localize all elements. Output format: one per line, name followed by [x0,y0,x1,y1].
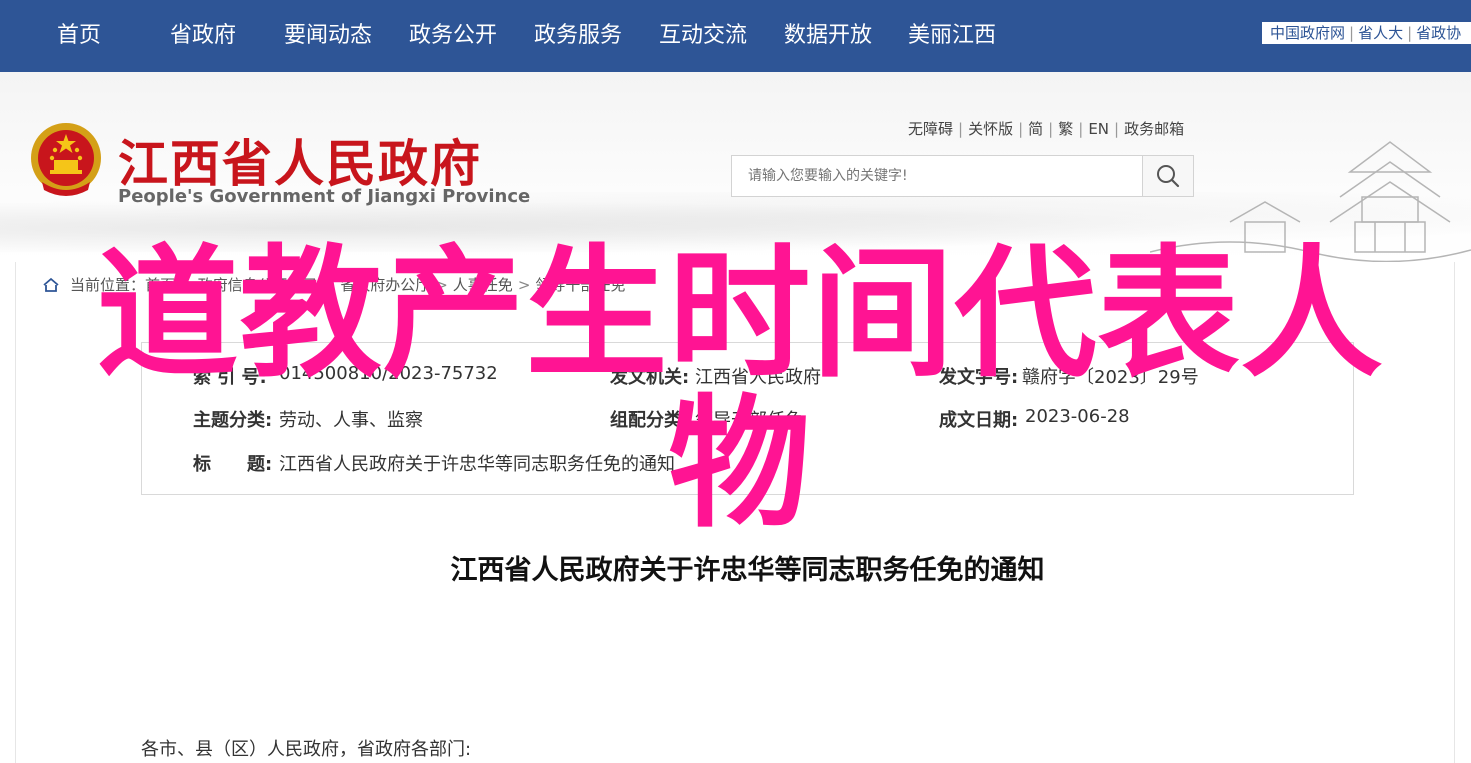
top-external-links: 中国政府网 | 省人大 | 省政协 [1262,22,1471,44]
title-value: 江西省人民政府关于许忠华等同志职务任免的通知 [279,454,675,475]
breadcrumb-home[interactable]: 首页 [145,276,175,294]
separator: | [1349,24,1355,42]
chevron-right-icon: > [322,276,336,294]
nav-item-open-data[interactable]: 数据开放 [784,0,872,72]
chevron-right-icon: > [180,276,193,294]
breadcrumb-label: 当前位置： [70,276,146,294]
doc-number-label: 发文字号: [939,367,1019,388]
chevron-right-icon: > [435,276,448,294]
link-simplified[interactable]: 简 [1028,120,1043,138]
issuer-value: 江西省人民政府 [695,367,821,388]
site-header: 江西省人民政府 People's Government of Jiangxi P… [0,72,1471,262]
search-box [731,155,1194,197]
breadcrumb: 当前位置：首页 > 政府信息公开目录 > 省政府办公厅 > 人事任免 > 领导干部任免 [42,274,625,295]
chevron-right-icon: > [517,276,531,294]
separator: | [1078,120,1084,138]
home-icon [43,277,59,292]
breadcrumb-info-directory[interactable]: 政府信息公开目录 [198,276,318,294]
link-provincial-cppcc[interactable]: 省政协 [1416,24,1461,42]
nav-item-beautiful-jiangxi[interactable]: 美丽江西 [908,0,996,72]
document-metadata-box: 索 引 号: 014500810/2023-75732 发文机关: 江西省人民政… [141,342,1354,495]
top-nav-bar: 首页 省政府 要闻动态 政务公开 政务服务 互动交流 数据开放 美丽江西 中国政… [0,0,1471,72]
separator: | [1407,24,1413,42]
separator: | [958,120,964,138]
nav-item-provincial-gov[interactable]: 省政府 [170,0,236,72]
search-input[interactable] [732,156,1142,196]
link-elderly-mode[interactable]: 关怀版 [968,120,1013,138]
breadcrumb-general-office[interactable]: 省政府办公厅 [340,276,430,294]
breadcrumb-personnel[interactable]: 人事任免 [453,276,513,294]
tengwang-pavilion-illustration [1150,141,1471,262]
link-provincial-congress[interactable]: 省人大 [1358,24,1403,42]
document-title: 江西省人民政府关于许忠华等同志职务任免的通知 [450,555,1045,586]
link-accessibility[interactable]: 无障碍 [908,120,953,138]
nav-item-home[interactable]: 首页 [57,0,101,72]
issuer-label: 发文机关: [610,367,690,388]
date-label: 成文日期: [939,410,1019,431]
category-label: 组配分类: [610,410,690,431]
site-title-en: People's Government of Jiangxi Province [118,186,531,207]
index-number-value: 014500810/2023-75732 [279,363,498,384]
nav-item-interaction[interactable]: 互动交流 [659,0,747,72]
separator: | [1018,120,1024,138]
index-number-label: 索 引 号: [193,367,267,388]
national-emblem-icon[interactable] [28,120,104,200]
topic-label: 主题分类: [193,410,273,431]
nav-item-gov-affairs-public[interactable]: 政务公开 [409,0,497,72]
nav-item-gov-services[interactable]: 政务服务 [534,0,622,72]
category-value: 领导干部任免 [695,410,803,431]
date-value: 2023-06-28 [1025,406,1130,427]
separator: | [1114,120,1120,138]
link-traditional[interactable]: 繁 [1058,120,1073,138]
doc-number-value: 赣府字〔2023〕29号 [1022,367,1199,388]
separator: | [1048,120,1054,138]
title-label: 标 题: [193,454,273,475]
link-english[interactable]: EN [1088,120,1109,138]
nav-item-news[interactable]: 要闻动态 [284,0,372,72]
utility-links: 无障碍 | 关怀版 | 简 | 繁 | EN | 政务邮箱 [908,118,1184,139]
link-china-gov[interactable]: 中国政府网 [1270,24,1345,42]
content-frame [15,262,1455,763]
breadcrumb-leadership-appointments[interactable]: 领导干部任免 [535,276,625,294]
document-salutation: 各市、县（区）人民政府，省政府各部门: [141,739,472,760]
topic-value: 劳动、人事、监察 [279,410,423,431]
